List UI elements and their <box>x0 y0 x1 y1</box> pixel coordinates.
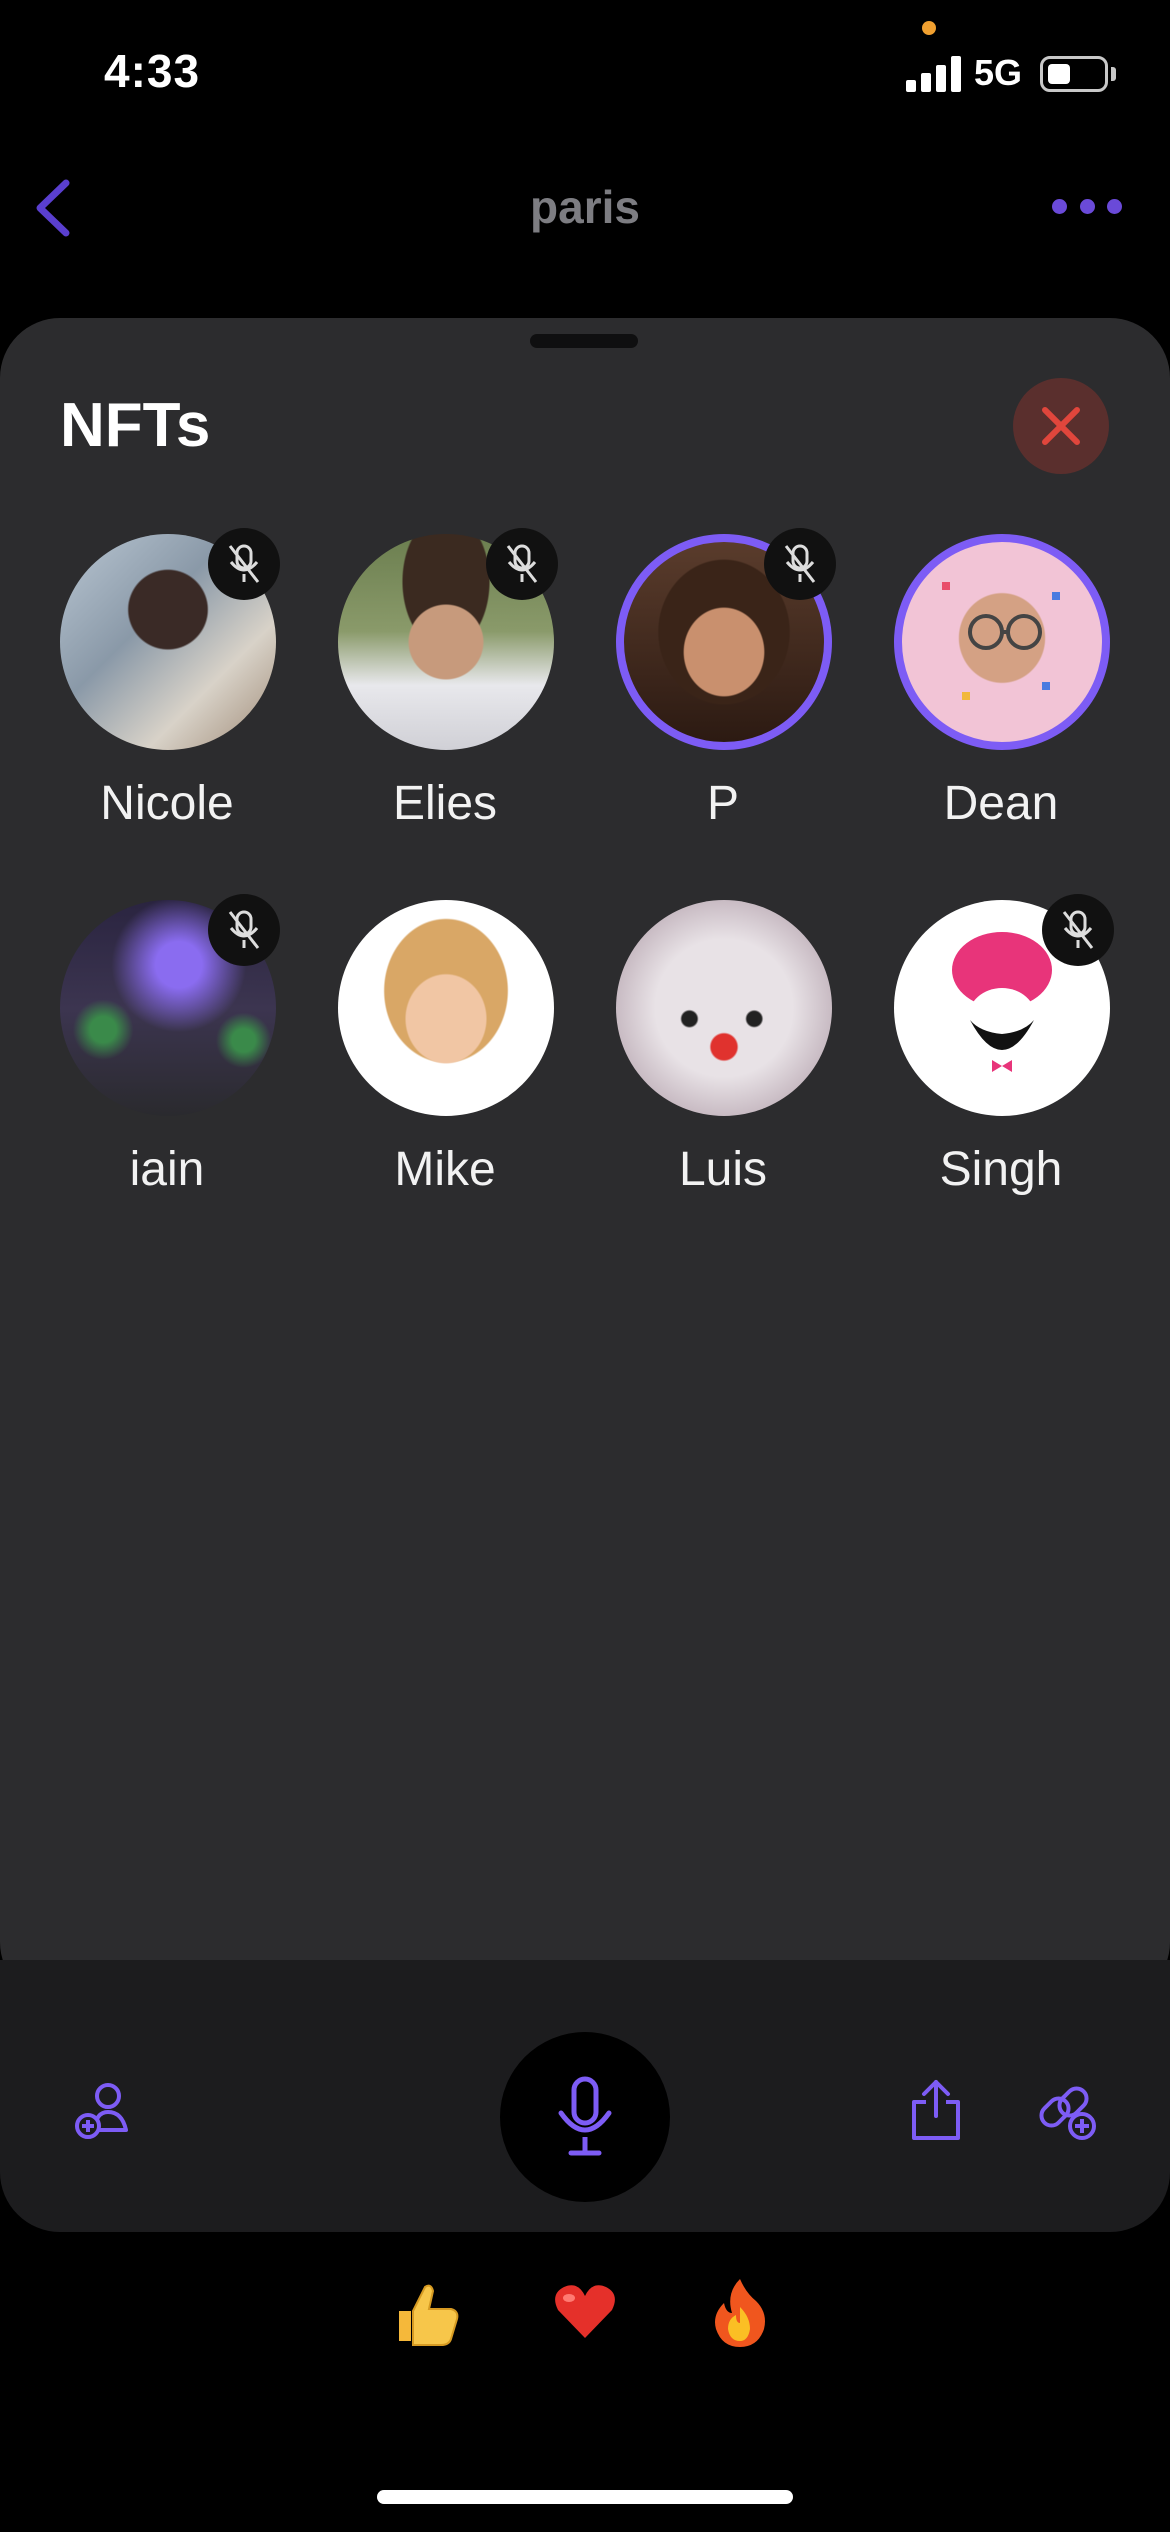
network-type: 5G <box>974 52 1023 93</box>
heart-icon <box>555 2285 615 2338</box>
muted-mic-badge <box>208 528 280 600</box>
more-options-button[interactable] <box>1052 196 1122 216</box>
member-name: P <box>706 777 739 830</box>
muted-mic-badge <box>764 528 836 600</box>
member-name: Luis <box>678 1143 768 1196</box>
status-time: 4:33 <box>104 45 201 97</box>
add-link-button[interactable] <box>1024 2070 1108 2150</box>
members-sheet: NFTs Nicole Elies P Dean iain Mike Luis … <box>0 318 1170 2002</box>
member-name: Mike <box>394 1143 496 1196</box>
fire-icon <box>715 2279 765 2347</box>
mic-off-icon <box>784 544 816 583</box>
mic-off-icon <box>506 544 538 583</box>
avatar <box>894 534 1110 750</box>
microphone-button[interactable] <box>500 2032 670 2202</box>
avatar <box>616 900 832 1116</box>
add-link-icon <box>1039 2086 1096 2140</box>
member-name: Nicole <box>100 777 234 830</box>
home-indicator[interactable] <box>377 2490 793 2504</box>
avatar <box>338 900 554 1116</box>
thumbs-up-icon <box>399 2284 459 2346</box>
share-icon <box>912 2080 960 2140</box>
battery-icon <box>1040 56 1108 92</box>
mic-off-icon <box>1062 910 1094 949</box>
ellipsis-icon <box>1052 198 1067 214</box>
muted-mic-badge <box>1042 894 1114 966</box>
sheet-grabber[interactable] <box>530 334 638 348</box>
reaction-heart[interactable] <box>545 2272 625 2352</box>
privacy-indicator <box>922 21 936 35</box>
cellular-signal-icon <box>906 56 962 92</box>
share-button[interactable] <box>896 2070 976 2150</box>
sheet-title: NFTs <box>60 391 211 460</box>
member-name: Dean <box>943 777 1059 830</box>
close-button[interactable] <box>1013 378 1109 474</box>
control-bar <box>0 1960 1170 2232</box>
reaction-fire[interactable] <box>700 2272 780 2352</box>
microphone-icon <box>558 2076 612 2156</box>
mic-off-icon <box>228 544 260 583</box>
mic-off-icon <box>228 910 260 949</box>
add-person-icon <box>75 2083 128 2139</box>
close-icon <box>1042 407 1080 445</box>
muted-mic-badge <box>486 528 558 600</box>
reaction-thumbs-up[interactable] <box>388 2272 468 2352</box>
muted-mic-badge <box>208 894 280 966</box>
member-name: Singh <box>939 1143 1063 1196</box>
member-name: iain <box>129 1143 205 1196</box>
member-name: Elies <box>392 777 498 830</box>
invite-button[interactable] <box>64 2070 144 2150</box>
glasses-icon <box>942 582 1060 700</box>
room-title: paris <box>530 181 640 233</box>
